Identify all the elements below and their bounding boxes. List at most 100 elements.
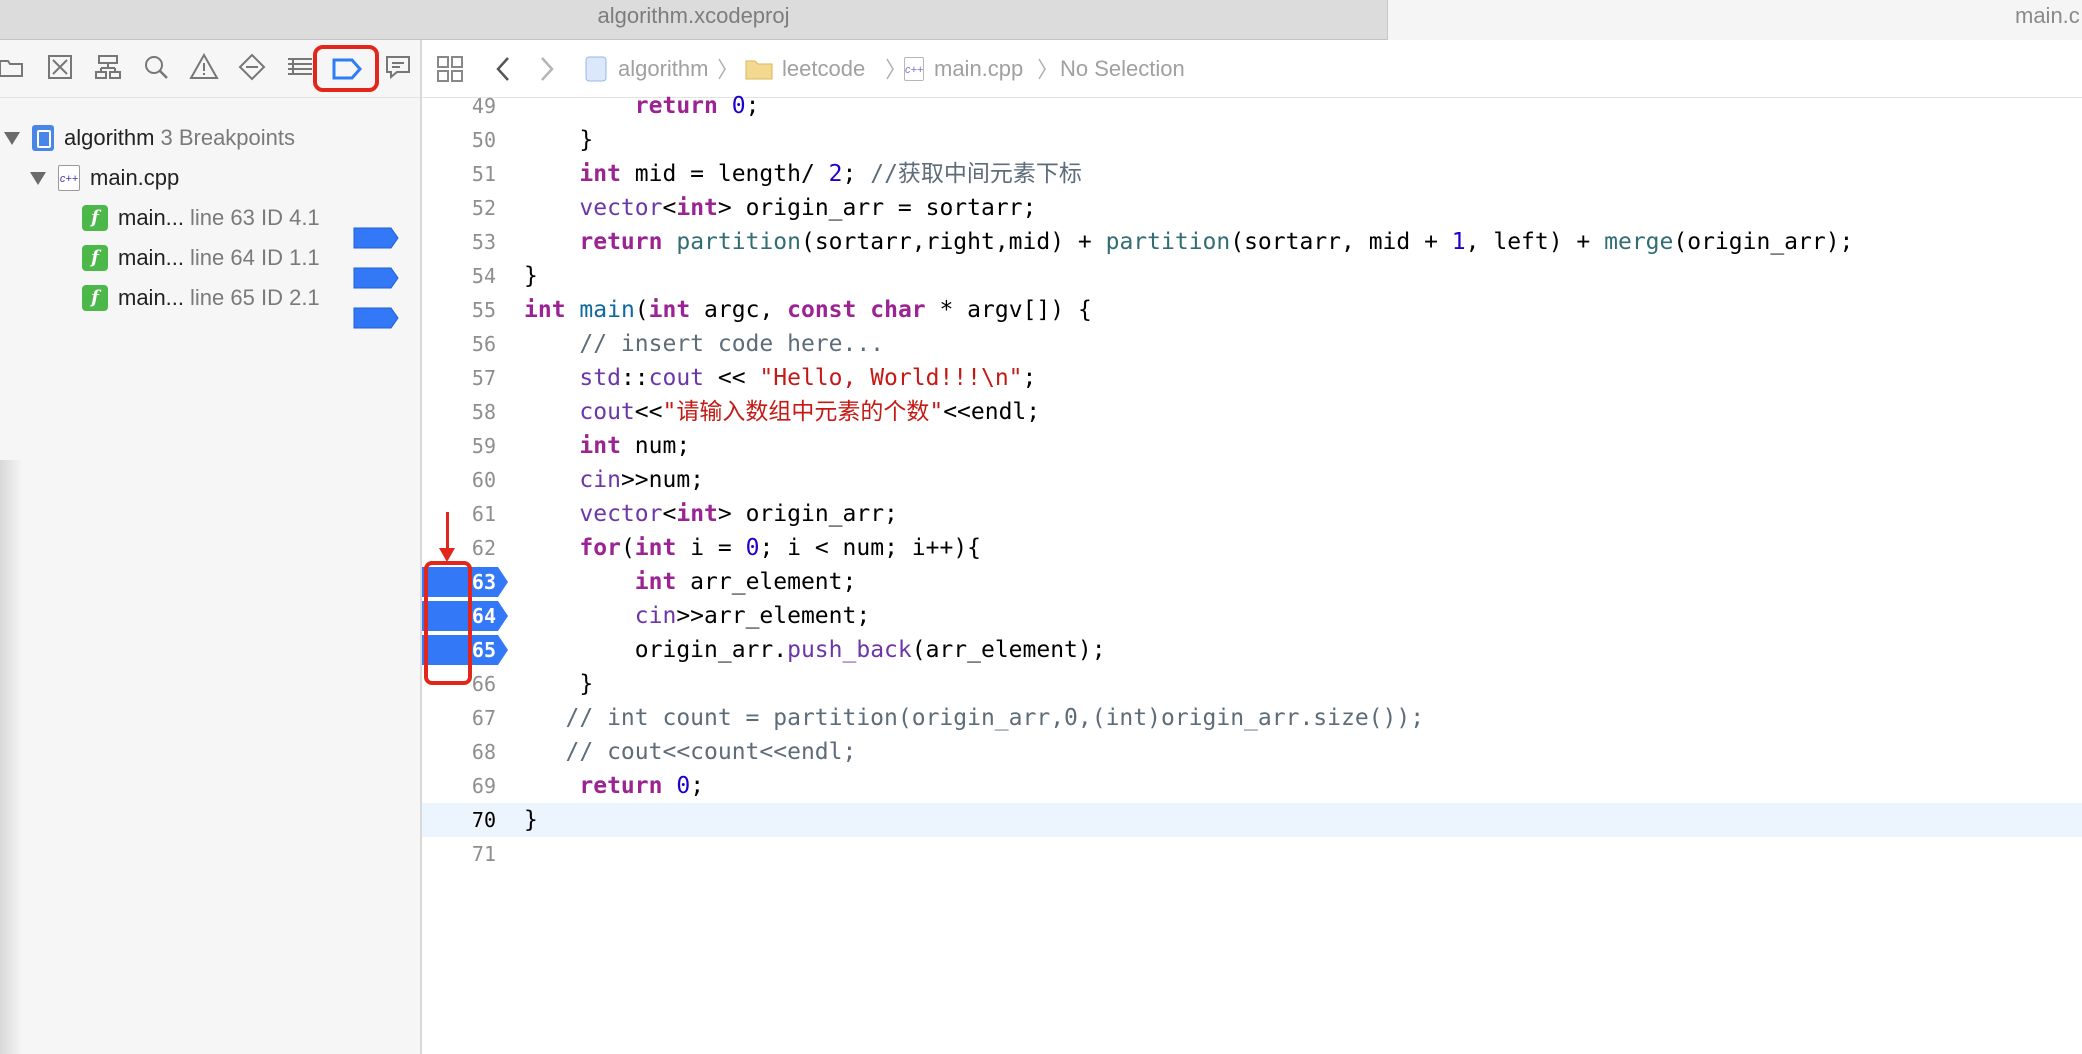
breakpoint-marker-icon[interactable] xyxy=(353,227,399,249)
code-line: 53 return partition(sortarr,right,mid) +… xyxy=(422,225,2082,259)
file-row[interactable]: c++ main.cpp xyxy=(30,158,179,198)
code-line: 69 return 0; xyxy=(422,769,2082,803)
breakpoint-detail: line 65 ID 2.1 xyxy=(190,285,320,310)
tab-main-c[interactable]: main.c xyxy=(1387,0,2082,41)
breakpoint-row[interactable]: f main... line 63 ID 4.1 xyxy=(82,198,320,238)
line-number: 62 xyxy=(471,536,496,560)
code-text: } xyxy=(524,671,594,697)
breakpoint-row[interactable]: f main... line 64 ID 1.1 xyxy=(82,238,320,278)
code-comment: // insert code here... xyxy=(579,331,885,357)
disclosure-triangle-icon[interactable] xyxy=(4,131,20,145)
breadcrumb-label: leetcode xyxy=(782,55,866,81)
folder-icon[interactable] xyxy=(0,52,26,82)
line-number: 50 xyxy=(471,128,496,152)
navigator-panel: algorithm 3 Breakpoints c++ main.cpp f m… xyxy=(0,40,422,1054)
code-text: vector<int> origin_arr = sortarr; xyxy=(579,195,1037,221)
source-control-icon[interactable] xyxy=(45,52,75,82)
line-number: 60 xyxy=(471,468,496,492)
breadcrumb-label: algorithm xyxy=(618,55,709,81)
breakpoint-function: main... xyxy=(118,245,185,270)
code-text: cout<<"请输入数组中元素的个数"<<endl; xyxy=(579,399,1041,425)
line-number: 51 xyxy=(471,162,496,186)
code-comment: // cout<<count<<endl; xyxy=(565,739,857,765)
line-number: 59 xyxy=(471,434,496,458)
cpp-file-icon: c++ xyxy=(904,56,924,81)
code-text: return 0; xyxy=(579,773,705,799)
breakpoint-row[interactable]: f main... line 65 ID 2.1 xyxy=(82,278,320,318)
warning-icon[interactable] xyxy=(189,52,219,82)
breakpoint-detail: line 64 ID 1.1 xyxy=(190,245,320,270)
code-text: // int count = partition(origin_arr,0,(i… xyxy=(524,701,1425,735)
code-string: "请输入数组中元素的个数" xyxy=(662,399,944,425)
cpp-file-icon: c++ xyxy=(58,165,80,191)
code-line: 59 int num; xyxy=(422,429,2082,463)
line-number: 54 xyxy=(471,264,496,288)
disclosure-triangle-icon[interactable] xyxy=(30,171,46,185)
code-line: 55 int main(int argc, const char * argv[… xyxy=(422,293,2082,327)
breadcrumb-label: main.cpp xyxy=(934,55,1024,81)
line-number: 56 xyxy=(471,332,496,356)
code-line: 61 vector<int> origin_arr; xyxy=(422,497,2082,531)
code-line: 52 vector<int> origin_arr = sortarr; xyxy=(422,191,2082,225)
code-line: 65 origin_arr.push_back(arr_element); xyxy=(422,633,2082,667)
line-number: 53 xyxy=(471,230,496,254)
line-number: 69 xyxy=(471,774,496,798)
code-text: std::cout << "Hello, World!!!\n"; xyxy=(579,365,1037,391)
code-text: vector<int> origin_arr; xyxy=(579,501,898,527)
breakpoint-navigator-button[interactable] xyxy=(313,45,379,92)
code-line: 68 // cout<<count<<endl; xyxy=(422,735,2082,769)
code-line: 51 int mid = length/ 2; //获取中间元素下标 xyxy=(422,157,2082,191)
code-text: int arr_element; xyxy=(634,569,857,595)
breakpoint-marker-icon[interactable] xyxy=(353,267,399,289)
line-number: 49 xyxy=(471,94,496,118)
code-line: 50 } xyxy=(422,123,2082,157)
code-text: int num; xyxy=(579,433,691,459)
folder-icon xyxy=(745,60,773,79)
test-icon[interactable] xyxy=(237,52,267,82)
function-icon: f xyxy=(82,205,108,231)
line-number: 52 xyxy=(471,196,496,220)
breakpoint-function: main... xyxy=(118,205,185,230)
breakpoint-count: 3 Breakpoints xyxy=(160,125,296,150)
code-text: // cout<<count<<endl; xyxy=(524,735,857,769)
code-comment: // int count = partition(origin_arr,0,(i… xyxy=(565,705,1425,731)
annotation-arrow-head xyxy=(439,548,455,562)
code-text: } xyxy=(524,127,594,153)
annotation-arrow xyxy=(446,512,449,552)
project-row[interactable]: algorithm 3 Breakpoints xyxy=(4,118,295,158)
file-name: main.cpp xyxy=(90,165,180,190)
line-number: 71 xyxy=(471,842,496,866)
line-number: 61 xyxy=(471,502,496,526)
code-text: int main(int argc, const char * argv[]) … xyxy=(524,297,1092,323)
report-icon[interactable] xyxy=(383,52,413,82)
breakpoint-detail: line 63 ID 4.1 xyxy=(190,205,320,230)
line-number: 68 xyxy=(471,740,496,764)
code-text: // insert code here... xyxy=(524,327,884,361)
tab-bar: algorithm.xcodeproj main.c xyxy=(0,0,2082,41)
code-line: 71 xyxy=(422,837,2082,871)
code-editor[interactable]: 49 return 0; 50 } 51 int mid = length/ 2… xyxy=(422,93,2082,1054)
search-icon[interactable] xyxy=(141,52,171,82)
window-shadow xyxy=(0,460,22,1054)
breakpoint-marker-icon[interactable] xyxy=(353,307,399,329)
current-code-line: 70 } xyxy=(422,803,2082,837)
code-text: int mid = length/ 2; //获取中间元素下标 xyxy=(579,161,1082,187)
breakpoint-icon xyxy=(332,58,362,80)
tab-label: main.c xyxy=(2015,3,2080,28)
breakpoint-function: main... xyxy=(118,285,185,310)
code-text: } xyxy=(524,807,538,833)
code-text: return partition(sortarr,right,mid) + pa… xyxy=(579,229,1854,255)
code-line: 58 cout<<"请输入数组中元素的个数"<<endl; xyxy=(422,395,2082,429)
code-text: return 0; xyxy=(634,93,760,119)
hierarchy-icon[interactable] xyxy=(93,52,123,82)
code-text: origin_arr.push_back(arr_element); xyxy=(524,637,1106,663)
function-icon: f xyxy=(82,285,108,311)
tab-algorithm-xcodeproj[interactable]: algorithm.xcodeproj xyxy=(0,0,1387,40)
debug-icon[interactable] xyxy=(285,52,315,82)
project-name: algorithm xyxy=(64,125,155,150)
line-number: 55 xyxy=(471,298,496,322)
code-text: cin>>arr_element; xyxy=(634,603,871,629)
code-line: 62 for(int i = 0; i < num; i++){ xyxy=(422,531,2082,565)
code-line: 56 // insert code here... xyxy=(422,327,2082,361)
navigator-toolbar xyxy=(0,40,420,98)
